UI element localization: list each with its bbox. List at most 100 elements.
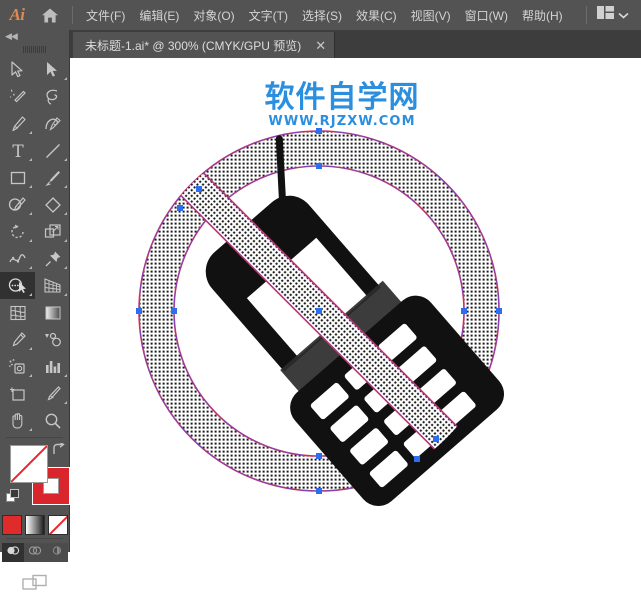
scale-transform-icon	[44, 223, 62, 241]
tool-flyout-indicator	[64, 212, 67, 215]
tool-flyout-indicator	[29, 293, 32, 296]
curvature-tool[interactable]	[35, 110, 70, 137]
color-mode-row	[0, 515, 69, 535]
tool-flyout-indicator	[29, 185, 32, 188]
tool-flyout-indicator	[64, 266, 67, 269]
fill-swatch[interactable]	[10, 445, 48, 483]
pen-tool[interactable]	[0, 110, 35, 137]
gradient-icon	[44, 304, 62, 322]
menu-edit[interactable]: 编辑(E)	[132, 4, 186, 27]
symbol-sprayer-tool[interactable]	[0, 353, 35, 380]
width-tool[interactable]	[0, 245, 35, 272]
lasso-tool[interactable]	[35, 83, 70, 110]
draw-behind-button[interactable]	[23, 543, 46, 562]
screen-mode-row	[0, 574, 69, 599]
type-T-icon: T	[10, 142, 26, 160]
draw-inside-button[interactable]	[45, 543, 68, 562]
shape-builder-tool[interactable]	[0, 272, 35, 299]
blend-icon	[43, 331, 62, 349]
illustrator-logo-icon: Ai	[9, 5, 25, 24]
artboard-canvas[interactable]: 软件自学网 WWW.RJZXW.COM	[70, 58, 641, 552]
slice-tool[interactable]	[35, 380, 70, 407]
rectangle-tool[interactable]	[0, 164, 35, 191]
type-tool[interactable]: T	[0, 137, 35, 164]
menubar-divider-right	[586, 6, 587, 24]
menu-type[interactable]: 文字(T)	[242, 4, 295, 27]
gradient-tool[interactable]	[35, 299, 70, 326]
collapse-panel-button[interactable]: ◀◀	[0, 30, 69, 43]
menu-window[interactable]: 窗口(W)	[458, 4, 515, 27]
selection-tool[interactable]	[0, 56, 35, 83]
rectangle-icon	[9, 169, 27, 187]
none-indicator-icon	[11, 446, 47, 482]
menu-help[interactable]: 帮助(H)	[515, 4, 570, 27]
tool-flyout-indicator	[29, 428, 32, 431]
bar-graph-icon	[44, 358, 62, 376]
free-transform-tool[interactable]	[35, 245, 70, 272]
tool-flyout-indicator	[29, 266, 32, 269]
column-graph-tool[interactable]	[35, 353, 70, 380]
magic-wand-tool[interactable]	[0, 83, 35, 110]
home-icon[interactable]	[34, 0, 66, 30]
tool-flyout-indicator	[64, 374, 67, 377]
draw-mode-row	[0, 543, 69, 562]
tool-flyout-indicator	[29, 212, 32, 215]
pen-nib-icon	[9, 115, 27, 133]
lasso-icon	[44, 88, 62, 106]
menu-object[interactable]: 对象(O)	[186, 4, 241, 27]
swap-arrow-icon[interactable]	[51, 441, 65, 457]
symbol-sprayer-icon	[8, 358, 27, 376]
fill-stroke-control	[0, 441, 70, 513]
magic-wand-icon	[9, 88, 27, 106]
tools-panel-divider	[6, 437, 63, 438]
shaper-tool[interactable]	[0, 191, 35, 218]
artwork-no-mobile-phone-sign[interactable]	[70, 58, 641, 552]
menu-select[interactable]: 选择(S)	[295, 4, 349, 27]
eyedropper-tool[interactable]	[0, 326, 35, 353]
mesh-tool[interactable]	[0, 299, 35, 326]
panel-drag-grip[interactable]	[0, 43, 69, 56]
menubar-divider	[72, 6, 73, 24]
menu-view[interactable]: 视图(V)	[404, 4, 458, 27]
line-segment-tool[interactable]	[35, 137, 70, 164]
line-segment-icon	[44, 142, 62, 160]
direct-selection-tool[interactable]	[35, 56, 70, 83]
close-icon[interactable]: ✕	[315, 39, 326, 52]
none-swatch-icon	[48, 516, 67, 534]
artboard-tool[interactable]	[0, 380, 35, 407]
paintbrush-tool[interactable]	[35, 164, 70, 191]
shaper-pencil-icon	[8, 196, 27, 214]
scale-tool[interactable]	[35, 218, 70, 245]
slice-knife-icon	[44, 385, 62, 403]
gradient-mode-button[interactable]	[24, 515, 45, 535]
mesh-icon	[9, 304, 27, 322]
perspective-grid-tool[interactable]	[35, 272, 70, 299]
workspace-layout-icon	[597, 6, 614, 24]
tool-flyout-indicator	[64, 401, 67, 404]
rotate-tool[interactable]	[0, 218, 35, 245]
chevron-down-icon	[618, 6, 629, 24]
menu-effect[interactable]: 效果(C)	[349, 4, 404, 27]
eyedropper-icon	[9, 331, 27, 349]
none-mode-button[interactable]	[47, 515, 68, 535]
paintbrush-icon	[44, 169, 62, 187]
tool-flyout-indicator	[29, 239, 32, 242]
zoom-tool[interactable]	[35, 407, 70, 434]
screen-mode-button[interactable]	[21, 574, 48, 599]
menu-file[interactable]: 文件(F)	[79, 4, 132, 27]
default-fill-stroke-icon[interactable]	[6, 489, 20, 503]
draw-behind-icon	[28, 544, 42, 562]
draw-normal-button[interactable]	[1, 543, 24, 562]
artboard-icon	[9, 385, 27, 403]
eraser-tool[interactable]	[35, 191, 70, 218]
workspace-switcher-button[interactable]	[593, 4, 633, 26]
tool-flyout-indicator	[29, 158, 32, 161]
tool-grid: T	[0, 56, 70, 434]
blend-tool[interactable]	[35, 326, 70, 353]
menu-bar: Ai 文件(F) 编辑(E) 对象(O) 文字(T) 选择(S) 效果(C) 视…	[0, 0, 641, 30]
hand-tool[interactable]	[0, 407, 35, 434]
document-tab[interactable]: 未标题-1.ai* @ 300% (CMYK/GPU 预览) ✕	[73, 32, 336, 58]
rotate-icon	[9, 223, 27, 241]
color-mode-button[interactable]	[1, 515, 22, 535]
filled-arrow-cursor-icon	[45, 61, 60, 78]
